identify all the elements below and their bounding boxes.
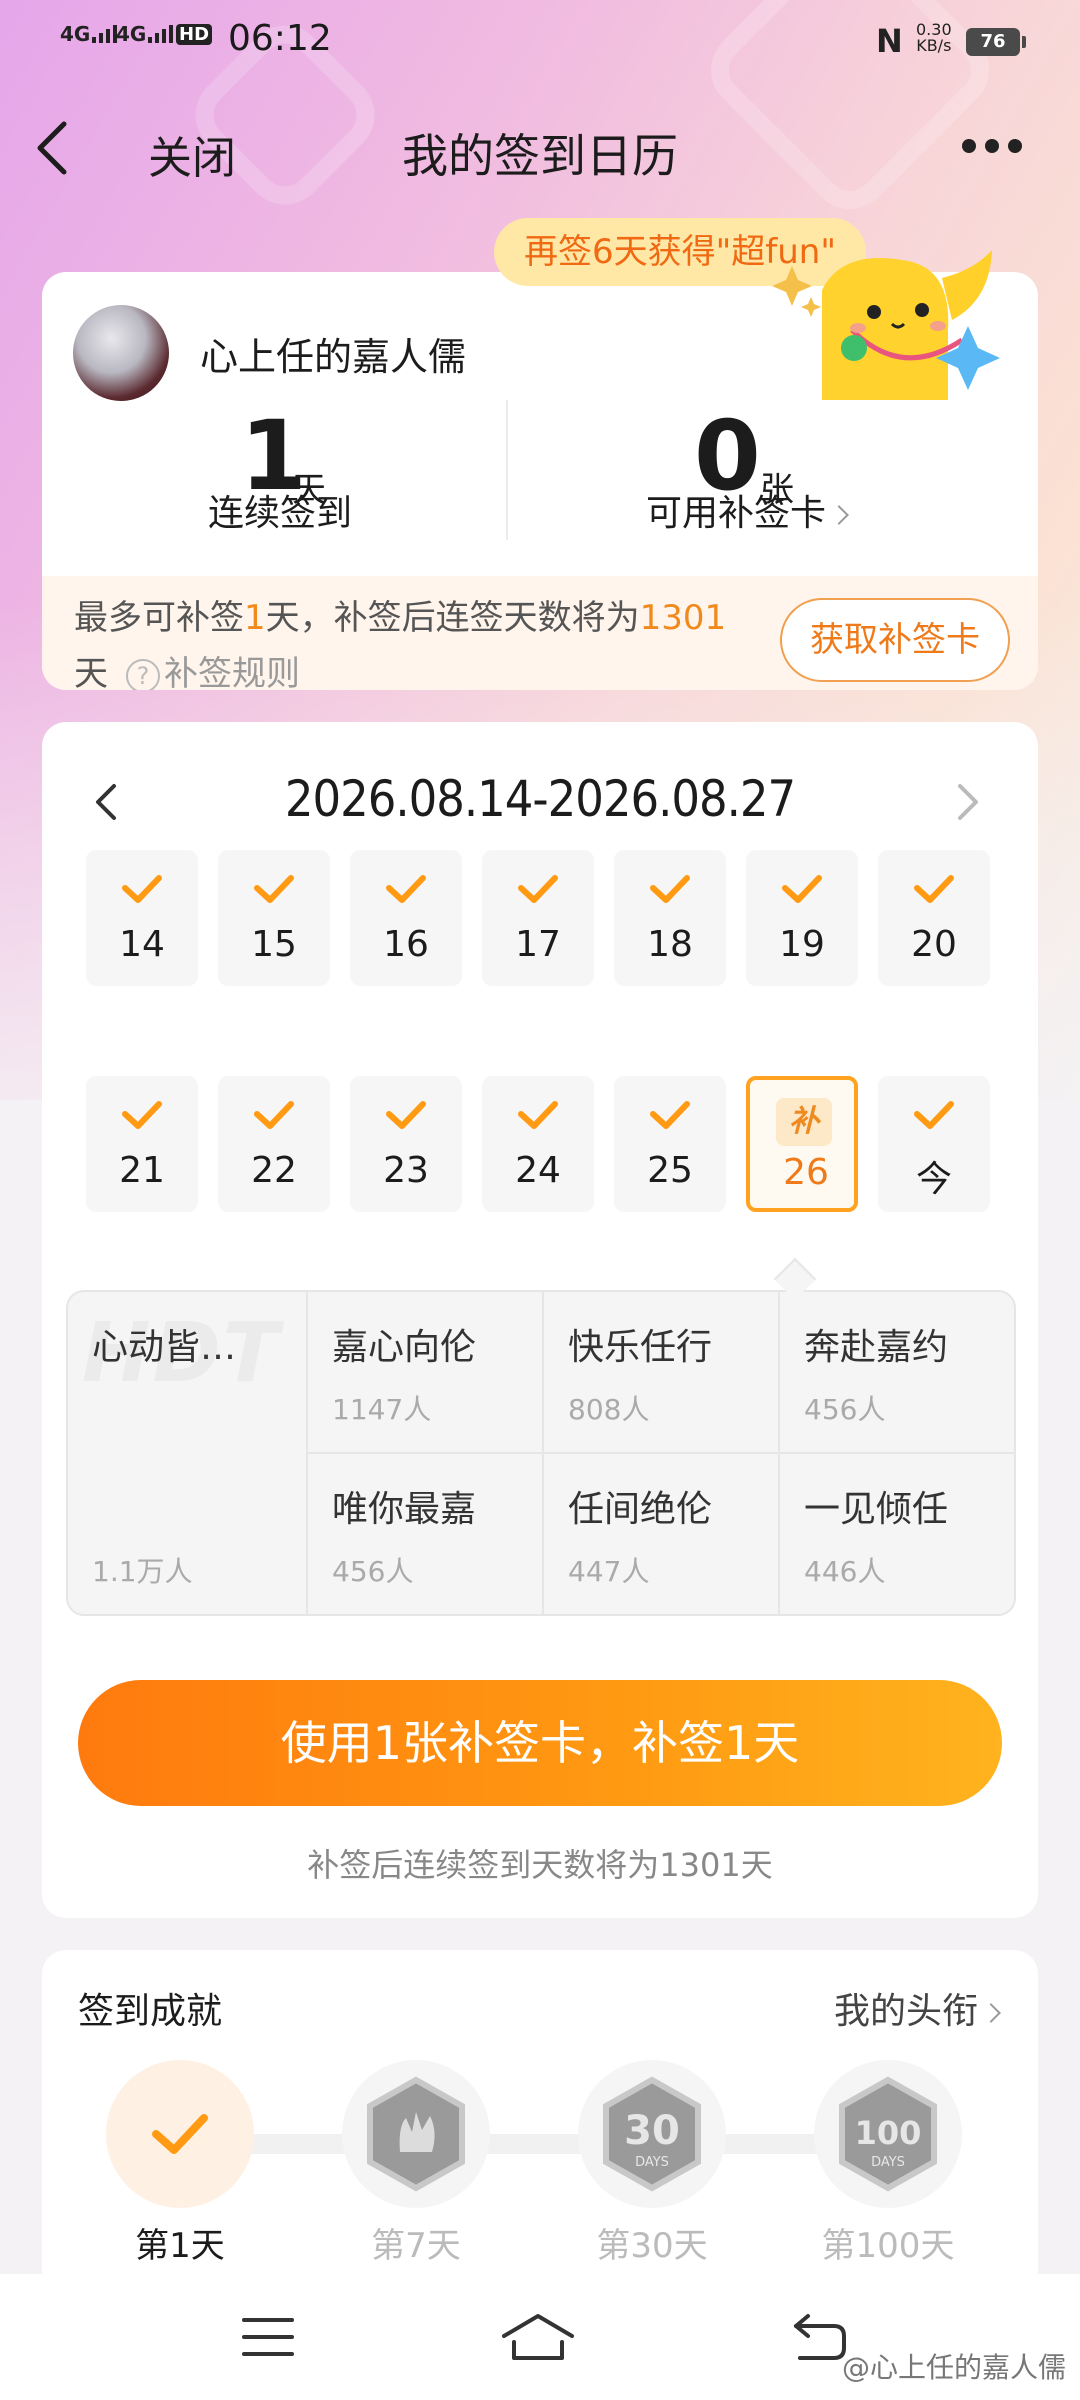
- chevron-right-icon: [829, 505, 849, 525]
- calendar-day[interactable]: 24: [482, 1076, 594, 1212]
- badge-day-7[interactable]: [342, 2060, 490, 2208]
- check-icon: [650, 875, 690, 903]
- title-cell[interactable]: 嘉心向伦 1147人: [306, 1292, 542, 1454]
- help-icon[interactable]: ?: [126, 658, 160, 690]
- streak-label: 连续签到: [208, 493, 353, 534]
- titles-grid: HDT 心动皆… 1.1万人 嘉心向伦 1147人 快乐任行 808人 奔赴嘉约…: [66, 1290, 1016, 1616]
- check-icon: [122, 875, 162, 903]
- calendar-day-makeup-selected[interactable]: 补 26: [746, 1076, 858, 1212]
- signal-indicator-1: 4G: [60, 22, 124, 46]
- check-icon: [518, 1101, 558, 1129]
- check-icon: [782, 875, 822, 903]
- calendar-day[interactable]: 23: [350, 1076, 462, 1212]
- achievements-title: 签到成就: [78, 1991, 223, 2032]
- check-icon: [650, 1101, 690, 1129]
- title-cell[interactable]: 一见倾任 446人: [778, 1454, 1014, 1614]
- calendar-date-range: 2026.08.14-2026.08.27: [284, 770, 796, 828]
- calendar-day[interactable]: 18: [614, 850, 726, 986]
- badge-label: 第7天: [371, 2226, 461, 2266]
- svg-text:100: 100: [855, 2114, 922, 2152]
- badge-day-100[interactable]: 100 DAYS: [814, 2060, 962, 2208]
- check-icon: [914, 1101, 954, 1129]
- calendar-day[interactable]: 15: [218, 850, 330, 986]
- get-makeup-card-button[interactable]: 获取补签卡: [780, 598, 1010, 682]
- badge-label: 第30天: [596, 2226, 708, 2266]
- calendar-day[interactable]: 20: [878, 850, 990, 986]
- makeup-tag: 补: [776, 1098, 832, 1146]
- status-bar: 4G 4G HD 06:12 N 0.30 KB/s 76: [0, 0, 1080, 80]
- menu-icon[interactable]: [240, 2314, 296, 2360]
- status-time: 06:12: [228, 18, 332, 59]
- check-icon: [386, 1101, 426, 1129]
- check-icon: [122, 1101, 162, 1129]
- check-icon: [254, 1101, 294, 1129]
- title-cell[interactable]: 唯你最嘉 456人: [306, 1454, 542, 1614]
- makeup-card-link[interactable]: 可用补签卡: [646, 484, 849, 536]
- nfc-icon: N: [876, 22, 903, 60]
- badge-day-30[interactable]: 30 DAYS: [578, 2060, 726, 2208]
- check-icon: [518, 875, 558, 903]
- calendar-day[interactable]: 25: [614, 1076, 726, 1212]
- signal-indicator-2: 4G: [116, 22, 180, 46]
- badge-label: 第1天: [135, 2226, 225, 2266]
- mascot-illustration: [752, 230, 1002, 400]
- check-icon: [386, 875, 426, 903]
- next-period-icon[interactable]: [952, 782, 982, 822]
- use-makeup-card-button[interactable]: 使用1张补签卡，补签1天: [78, 1680, 1002, 1806]
- my-titles-link[interactable]: 我的头衔: [834, 1982, 1001, 2034]
- achievement-progress-track: [182, 2134, 922, 2154]
- avatar[interactable]: [70, 302, 172, 404]
- stat-divider: [506, 400, 508, 540]
- hd-badge: HD: [176, 24, 213, 45]
- calendar-day[interactable]: 19: [746, 850, 858, 986]
- badge-day-1[interactable]: [106, 2060, 254, 2208]
- chevron-right-icon: [981, 2003, 1001, 2023]
- calendar-day[interactable]: 14: [86, 850, 198, 986]
- title-cell[interactable]: 快乐任行 808人: [542, 1292, 778, 1454]
- check-icon: [254, 875, 294, 903]
- calendar-day[interactable]: 22: [218, 1076, 330, 1212]
- calendar-day[interactable]: 16: [350, 850, 462, 986]
- title-cell[interactable]: 奔赴嘉约 456人: [778, 1292, 1014, 1454]
- makeup-info-bar: 最多可补签1天，补签后连签天数将为1301 天? 补签规则 获取补签卡: [42, 576, 1038, 690]
- makeup-info-text: 最多可补签1天，补签后连签天数将为1301 天? 补签规则: [74, 590, 774, 690]
- calendar-card: 2026.08.14-2026.08.27 14 15 16 17 18 19 …: [42, 722, 1038, 1918]
- makeup-result-note: 补签后连续签到天数将为1301天: [307, 1846, 773, 1884]
- calendar-day[interactable]: 21: [86, 1076, 198, 1212]
- makeup-rules-link[interactable]: 补签规则: [164, 654, 300, 690]
- svg-text:DAYS: DAYS: [635, 2155, 669, 2170]
- more-options-icon[interactable]: [962, 138, 1034, 158]
- check-icon: [914, 875, 954, 903]
- watermark: @心上任的嘉人儒: [841, 2351, 1066, 2384]
- title-cell-featured[interactable]: HDT 心动皆… 1.1万人: [68, 1292, 306, 1614]
- badge-label: 第100天: [821, 2226, 955, 2266]
- system-navigation-bar: @心上任的嘉人儒: [0, 2274, 1080, 2400]
- battery-icon: 76: [966, 28, 1026, 56]
- home-icon[interactable]: [500, 2312, 576, 2362]
- calendar-day[interactable]: 17: [482, 850, 594, 986]
- network-speed: 0.30 KB/s: [916, 20, 952, 55]
- page-title: 我的签到日历: [402, 129, 678, 183]
- calendar-day-today[interactable]: 今: [878, 1076, 990, 1212]
- title-cell[interactable]: 任间绝伦 447人: [542, 1454, 778, 1614]
- username: 心上任的嘉人儒: [200, 335, 467, 379]
- svg-text:30: 30: [624, 2108, 680, 2154]
- svg-text:DAYS: DAYS: [871, 2155, 905, 2170]
